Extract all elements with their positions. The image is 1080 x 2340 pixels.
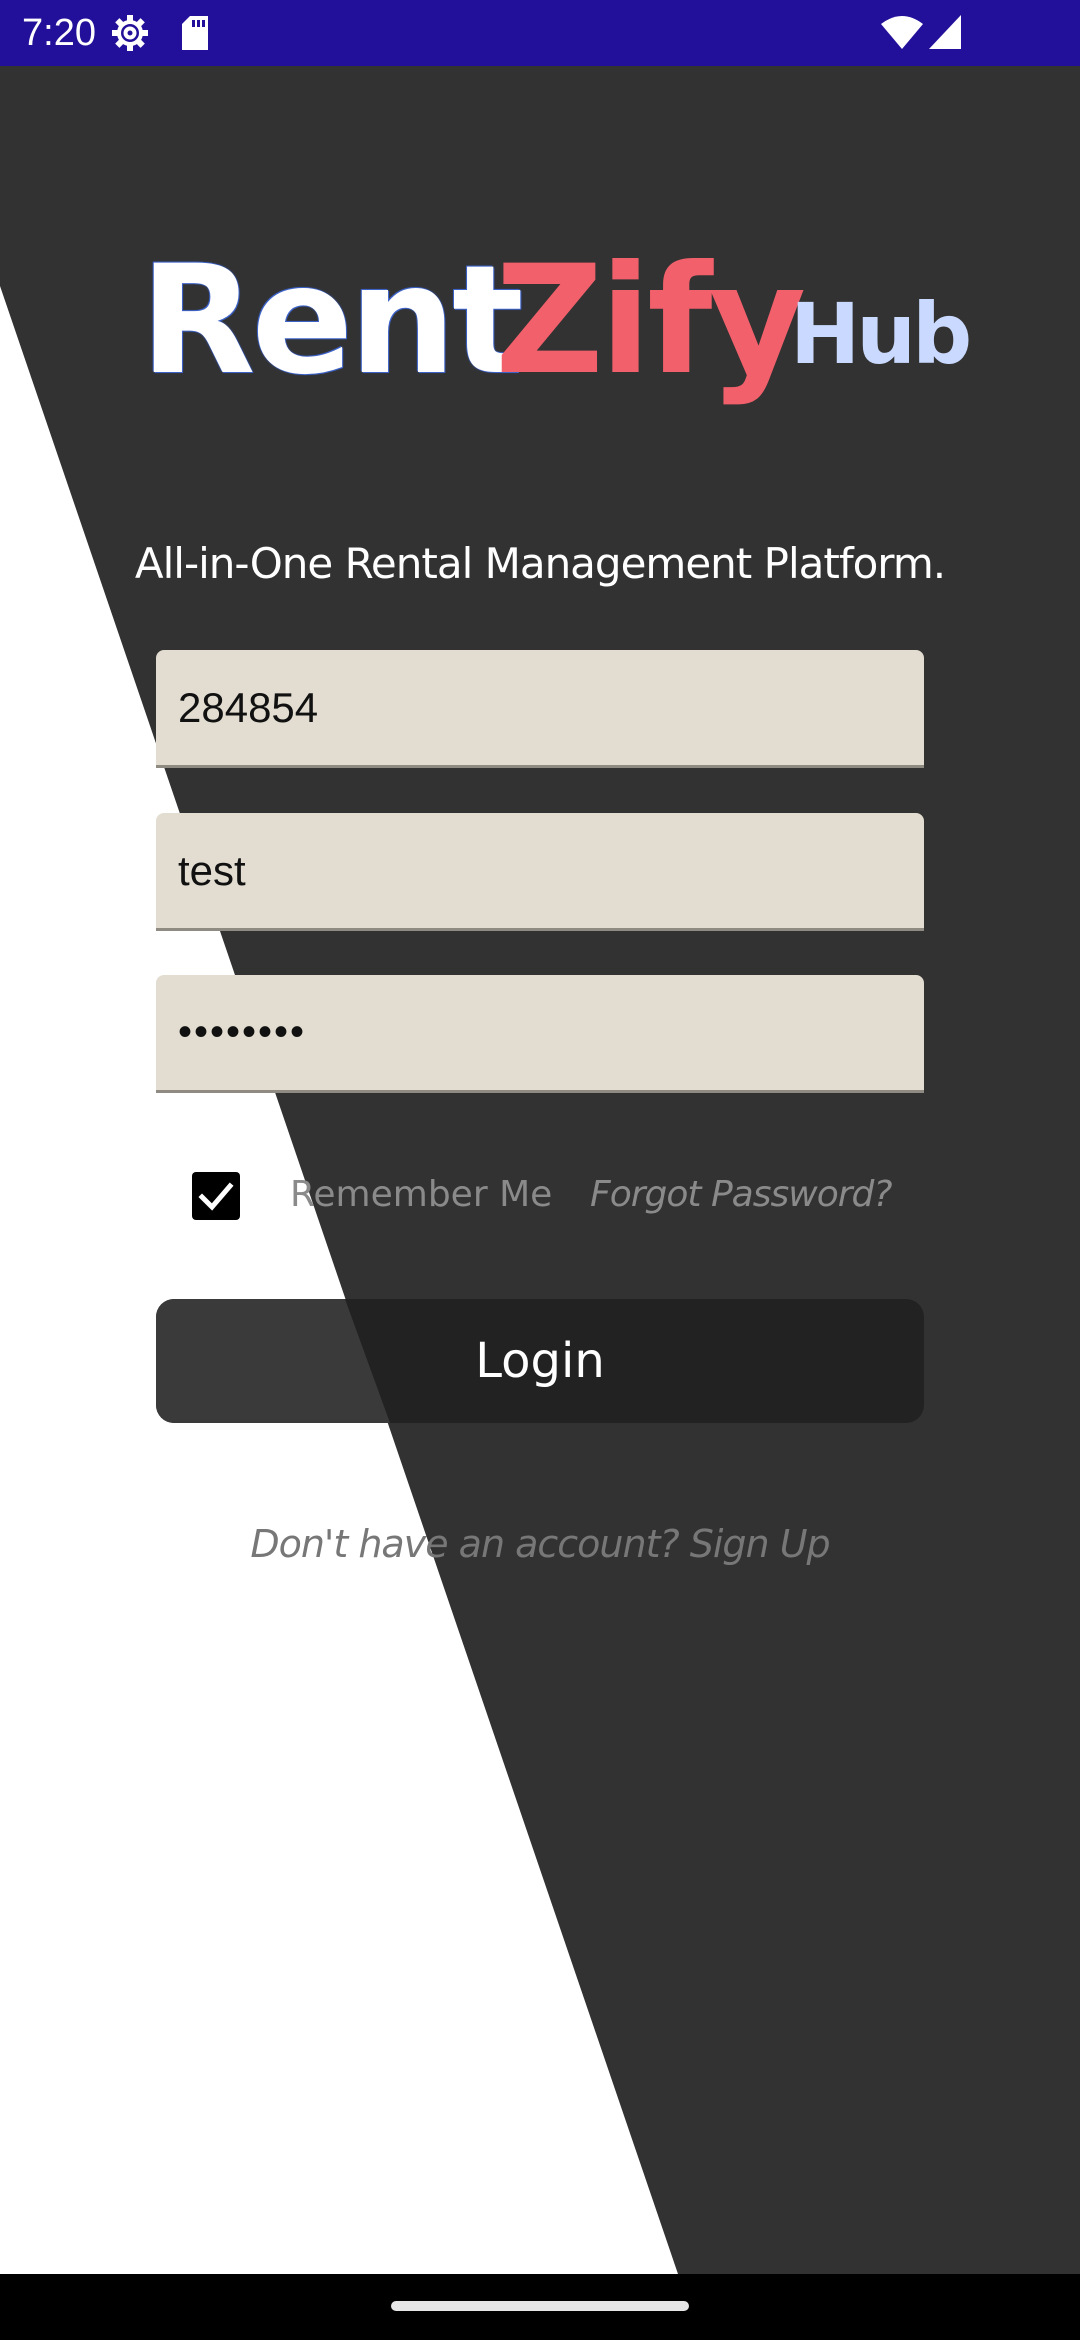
- app-logo: Rent Zify Hub: [140, 231, 972, 411]
- logo-text-hub: Hub: [790, 285, 972, 383]
- username-field[interactable]: [156, 813, 924, 931]
- password-field[interactable]: [156, 975, 924, 1093]
- remember-me-checkbox[interactable]: [192, 1172, 240, 1220]
- settings-icon: [112, 15, 148, 51]
- status-time: 7:20: [22, 12, 96, 54]
- tagline: All-in-One Rental Management Platform.: [134, 539, 946, 588]
- login-screen: Rent Zify Hub All-in-One Rental Manageme…: [0, 66, 1080, 2274]
- login-button[interactable]: Login: [156, 1299, 924, 1423]
- navigation-bar: [0, 2274, 1080, 2340]
- checkmark-icon: [198, 1182, 234, 1211]
- sign-up-link[interactable]: Don't have an account? Sign Up: [0, 1514, 1080, 1574]
- id-field[interactable]: [156, 650, 924, 768]
- login-button-label: Login: [475, 1333, 605, 1389]
- logo-text-zify: Zify: [495, 234, 806, 408]
- screen: 7:20 Rent Zify Hub All-in-One Rental Man…: [0, 0, 1080, 2340]
- forgot-password-link[interactable]: Forgot Password?: [590, 1170, 892, 1220]
- logo-text-rent: Rent: [140, 234, 524, 408]
- wifi-icon: [881, 16, 923, 49]
- sd-card-icon: [182, 16, 208, 50]
- home-gesture-bar[interactable]: [391, 2301, 689, 2311]
- signal-icon: [929, 15, 961, 49]
- remember-me-label[interactable]: Remember Me: [290, 1170, 552, 1220]
- status-bar: 7:20: [0, 0, 1080, 66]
